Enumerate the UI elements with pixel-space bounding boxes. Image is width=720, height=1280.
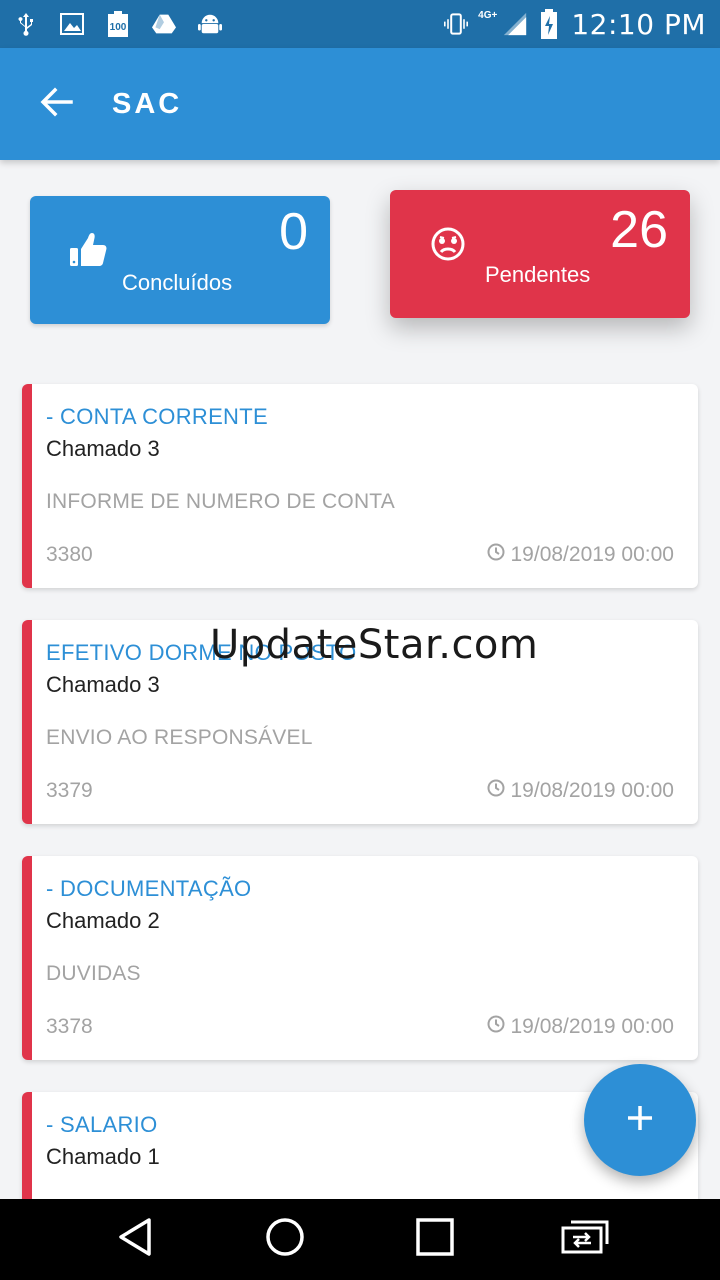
ticket-id: 3378 — [46, 1015, 93, 1038]
ticket-date: 19/08/2019 00:00 — [510, 779, 675, 802]
network-type: 4G+ — [478, 9, 498, 21]
clock-icon — [487, 543, 505, 567]
screen-switch-icon — [561, 1220, 609, 1259]
thumbs-up-icon — [70, 232, 108, 273]
ticket-date-row: 19/08/2019 00:00 — [487, 543, 675, 567]
ticket-date: 19/08/2019 00:00 — [510, 1015, 675, 1038]
ticket-category: - SALARIO — [46, 1112, 158, 1137]
system-nav-bar — [0, 1199, 720, 1280]
ticket-title: Chamado 1 — [46, 1144, 160, 1169]
battery-charging-icon — [537, 9, 561, 39]
ticket-date-row: 19/08/2019 00:00 — [487, 779, 675, 803]
svg-text:100: 100 — [110, 22, 127, 33]
back-button[interactable] — [36, 84, 76, 124]
ticket-description: INFORME DE NUMERO DE CONTA — [46, 490, 395, 513]
android-icon — [198, 12, 222, 36]
ticket-title: Chamado 3 — [46, 436, 160, 461]
ticket-id: 3380 — [46, 543, 93, 566]
ticket-category: - CONTA CORRENTE — [46, 404, 268, 429]
battery-100-icon: 100 — [106, 11, 130, 37]
ticket-date: 19/08/2019 00:00 — [510, 543, 675, 566]
clock-icon — [487, 1015, 505, 1039]
home-circle-icon — [265, 1217, 305, 1262]
concluded-count: 0 — [279, 203, 308, 261]
ticket-id: 3379 — [46, 779, 93, 802]
app-bar: SAC — [0, 48, 720, 160]
nav-recents-button[interactable] — [405, 1210, 465, 1270]
nav-back-button[interactable] — [105, 1210, 165, 1270]
pending-count: 26 — [610, 201, 668, 259]
recents-square-icon — [416, 1218, 454, 1261]
pending-label: Pendentes — [485, 262, 591, 287]
signal-icon — [503, 12, 527, 36]
sad-face-icon — [430, 226, 466, 267]
vibrate-icon — [444, 12, 469, 36]
clock-icon — [487, 779, 505, 803]
ticket-card[interactable]: - CONTA CORRENTE Chamado 3 INFORME DE NU… — [22, 384, 698, 588]
ticket-title: Chamado 3 — [46, 672, 160, 697]
ticket-title: Chamado 2 — [46, 908, 160, 933]
back-triangle-icon — [117, 1217, 153, 1262]
watermark: UpdateStar.com — [210, 622, 539, 668]
ticket-description: DUVIDAS — [46, 962, 141, 985]
concluded-label: Concluídos — [122, 270, 233, 295]
nav-home-button[interactable] — [255, 1210, 315, 1270]
plus-icon — [626, 1104, 654, 1137]
status-bar: 100 4G+ 12:10 PM — [0, 0, 720, 48]
ticket-card[interactable]: - DOCUMENTAÇÃO Chamado 2 DUVIDAS 3378 19… — [22, 856, 698, 1060]
ticket-date-row: 19/08/2019 00:00 — [487, 1015, 675, 1039]
image-icon — [60, 12, 84, 36]
nav-screen-switch-button[interactable] — [555, 1210, 615, 1270]
usb-icon — [14, 12, 38, 36]
ticket-description: ENVIO AO RESPONSÁVEL — [46, 726, 313, 749]
ticket-category: - DOCUMENTAÇÃO — [46, 876, 252, 901]
arrow-back-icon — [38, 84, 74, 125]
pending-summary-card[interactable]: 26 Pendentes — [390, 190, 690, 318]
concluded-summary-card[interactable]: 0 Concluídos — [30, 196, 330, 324]
clock: 12:10 PM — [571, 7, 706, 41]
page-title: SAC — [112, 87, 183, 120]
add-ticket-button[interactable] — [584, 1064, 696, 1176]
drive-icon — [152, 12, 176, 36]
